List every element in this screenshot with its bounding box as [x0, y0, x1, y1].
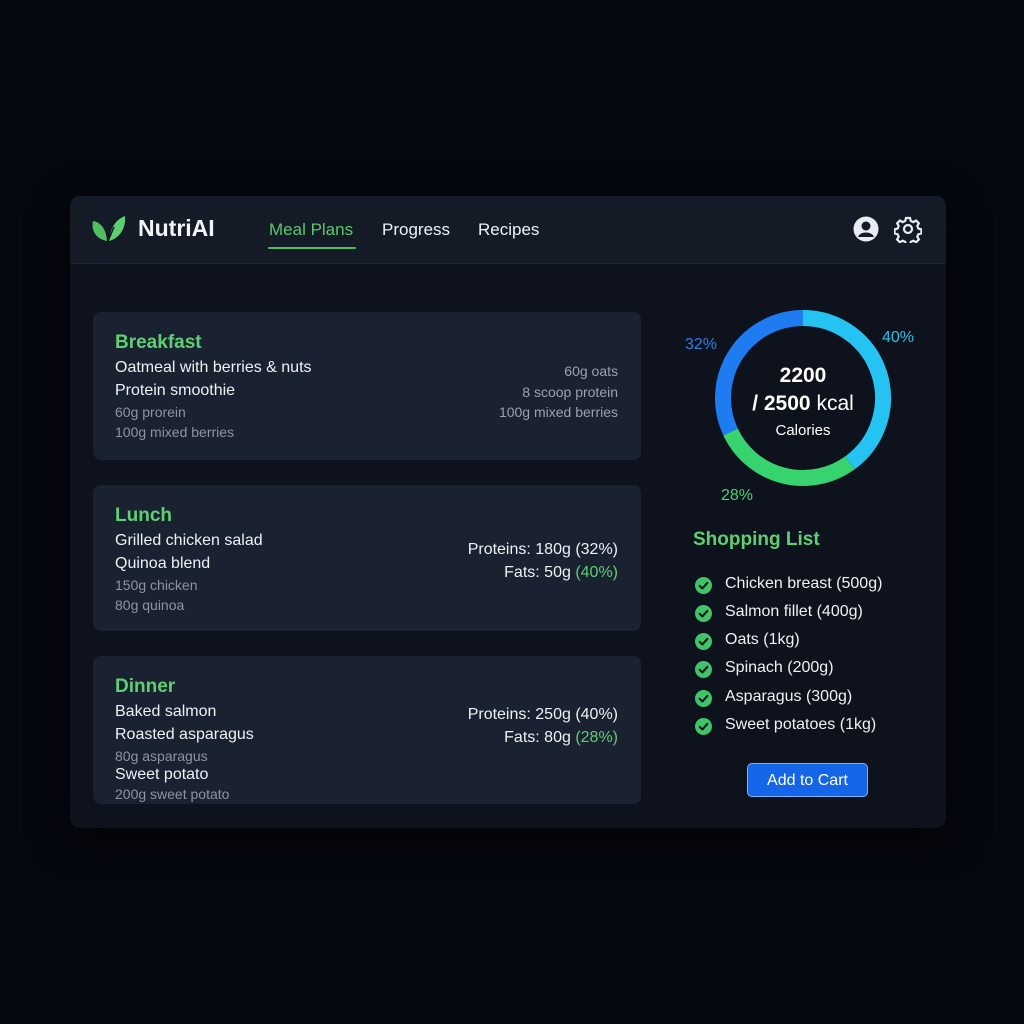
- meal-title: Breakfast: [115, 332, 202, 353]
- shopping-item-label: Chicken breast (500g): [725, 575, 883, 592]
- top-bar: NutriAI Meal Plans Progress Recipes: [70, 196, 946, 264]
- gear-icon[interactable]: [894, 215, 922, 243]
- segment-label-proteins: 32%: [685, 336, 718, 353]
- meal-card-dinner[interactable]: Dinner Baked salmon Roasted asparagus 80…: [93, 656, 641, 804]
- tab-recipes[interactable]: Recipes: [478, 220, 539, 240]
- check-circle-icon: [695, 718, 712, 735]
- meal-detail: 200g sweet potato: [115, 786, 230, 802]
- fats-value: Fats: 50g (40%): [504, 564, 618, 582]
- check-circle-icon: [695, 661, 712, 678]
- user-icon[interactable]: [852, 215, 880, 243]
- fats-label: Fats: 50g: [504, 564, 571, 581]
- meal-item: Roasted asparagus: [115, 726, 254, 743]
- meal-item: Oatmeal with berries & nuts: [115, 359, 312, 376]
- calories-consumed: 2200: [779, 364, 827, 387]
- meal-item: Protein smoothie: [115, 382, 236, 399]
- meal-card-breakfast[interactable]: Breakfast Oatmeal with berries & nuts Pr…: [93, 312, 641, 460]
- calories-label: Calories: [775, 422, 831, 439]
- meal-card-lunch[interactable]: Lunch Grilled chicken salad Quinoa blend…: [93, 485, 641, 631]
- tab-meal-plans[interactable]: Meal Plans: [269, 220, 353, 240]
- meal-portion: 60g oats: [564, 363, 618, 379]
- add-to-cart-button[interactable]: Add to Cart: [747, 763, 868, 797]
- fats-percent: (28%): [575, 729, 618, 746]
- calories-unit: kcal: [816, 392, 854, 415]
- active-tab-indicator: [268, 247, 356, 249]
- meal-detail: 100g mixed berries: [115, 424, 235, 440]
- shopping-list-title: Shopping List: [693, 529, 820, 550]
- calories-goal-value: / 2500: [752, 392, 811, 415]
- leaf-logo-icon: [92, 216, 126, 242]
- proteins-value: Proteins: 180g (32%): [467, 541, 618, 558]
- check-circle-icon: [695, 690, 712, 707]
- donut-segment-1: [802, 310, 891, 470]
- meal-detail: 80g asparagus: [115, 748, 208, 764]
- meal-item: Quinoa blend: [115, 555, 211, 572]
- meal-title: Lunch: [115, 505, 172, 526]
- meal-item: Sweet potato: [115, 766, 209, 783]
- shopping-item-label: Oats (1kg): [725, 631, 800, 648]
- meal-portion: 8 scoop protein: [522, 384, 618, 400]
- calorie-donut: 32% 40% 28% 2200 / 2500 kcal Calories: [685, 308, 915, 508]
- app-name: NutriAI: [138, 215, 215, 241]
- app-window: NutriAI Meal Plans Progress Recipes Brea…: [70, 196, 946, 828]
- meal-detail: 60g prorein: [115, 404, 186, 420]
- fats-value: Fats: 80g (28%): [504, 729, 618, 747]
- tab-progress[interactable]: Progress: [382, 220, 450, 240]
- meal-portion: 100g mixed berries: [498, 404, 618, 420]
- meal-item: Grilled chicken salad: [115, 532, 263, 549]
- shopping-item-label: Spinach (200g): [725, 659, 834, 676]
- fats-label: Fats: 80g: [504, 729, 571, 746]
- segment-label-fats: 28%: [721, 487, 754, 504]
- shopping-item-label: Sweet potatoes (1kg): [725, 716, 877, 733]
- check-circle-icon: [695, 605, 712, 622]
- check-circle-icon: [695, 577, 712, 594]
- check-circle-icon: [695, 633, 712, 650]
- shopping-item-label: Asparagus (300g): [725, 688, 853, 705]
- proteins-value: Proteins: 250g (40%): [467, 706, 618, 723]
- segment-label-carbs: 40%: [882, 329, 915, 346]
- meal-detail: 150g chicken: [115, 577, 198, 593]
- fats-percent: (40%): [575, 564, 618, 581]
- shopping-item-label: Salmon fillet (400g): [725, 603, 863, 620]
- meal-detail: 80g quinoa: [115, 597, 185, 613]
- meal-title: Dinner: [115, 676, 176, 697]
- meal-item: Baked salmon: [115, 703, 217, 720]
- calories-goal: / 2500 kcal: [713, 392, 893, 416]
